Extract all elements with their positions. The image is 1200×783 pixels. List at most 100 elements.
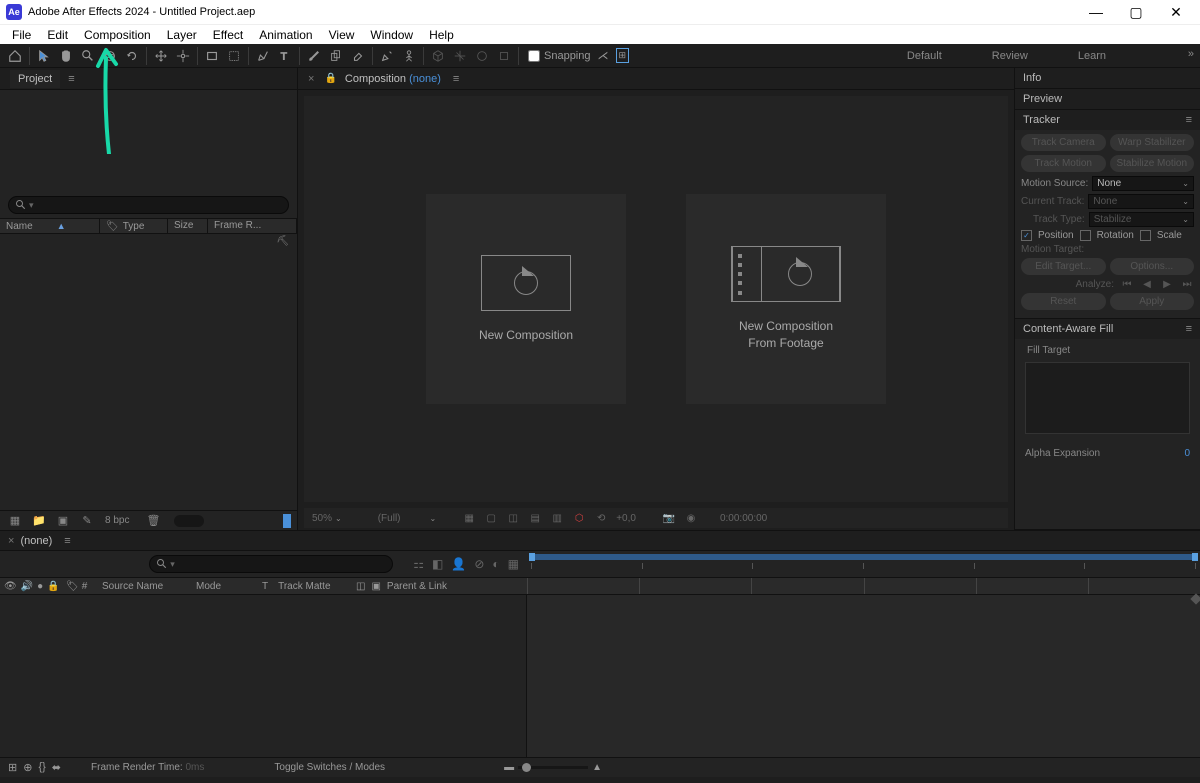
current-track-dropdown[interactable]: None⌄ [1088,194,1194,209]
grid-icon[interactable]: ▤ [528,513,542,524]
reset-button[interactable]: Reset [1021,293,1106,310]
expand-transform-icon[interactable]: ⊞ [8,761,17,774]
region-icon[interactable]: ◫ [506,513,520,524]
project-settings-icon[interactable]: ✎ [78,513,96,529]
sort-icon[interactable]: ▲ [57,221,66,231]
eraser-tool-icon[interactable] [347,46,369,66]
new-comp-icon[interactable]: ▣ [54,513,72,529]
position-checkbox[interactable] [1021,230,1032,241]
show-snapshot-icon[interactable]: ◉ [684,513,698,524]
rotate-tool-icon[interactable] [121,46,143,66]
rectangle-tool-icon[interactable] [201,46,223,66]
workspace-learn[interactable]: Learn [1068,47,1116,65]
trash-icon[interactable]: 🗑 [144,513,162,529]
zoom-dropdown[interactable]: 50%⌄ [312,513,342,524]
menu-view[interactable]: View [321,26,363,44]
stabilize-motion-button[interactable]: Stabilize Motion [1110,155,1195,172]
workspace-review[interactable]: Review [982,47,1038,65]
info-panel-header[interactable]: Info [1015,68,1200,88]
roto-tool-icon[interactable] [376,46,398,66]
timeline-zoom-slider[interactable]: ▬ ▲ [504,762,602,773]
project-panel-menu-icon[interactable]: ≡ [68,73,74,85]
3d-tool-4-icon[interactable] [493,46,515,66]
shy-icon[interactable]: 👤 [451,557,466,571]
warp-stabilizer-button[interactable]: Warp Stabilizer [1110,134,1195,151]
resolution-dropdown[interactable]: (Full)⌄ [378,513,436,524]
bpc-indicator[interactable]: 8 bpc [102,515,132,526]
timeline-tracks-area[interactable] [527,595,1200,757]
timeline-search-input[interactable]: ▾ [149,555,393,573]
menu-file[interactable]: File [4,26,39,44]
snapping-checkbox[interactable] [528,50,540,62]
new-folder-icon[interactable]: 📁 [30,513,48,529]
menu-help[interactable]: Help [421,26,462,44]
motion-source-dropdown[interactable]: None⌄ [1092,176,1194,191]
pan-behind-tool-icon[interactable] [150,46,172,66]
snapping-options-icon[interactable]: ⋌ [598,49,609,62]
col-type[interactable]: Type [123,221,145,232]
tracker-panel-menu-icon[interactable]: ≡ [1186,114,1192,126]
timeline-layers-area[interactable] [0,595,527,757]
lock-col-icon[interactable]: 🔒 [47,581,59,592]
frame-blend-icon[interactable]: ⊘ [474,557,484,571]
comp-tab-label[interactable]: Composition (none) [345,73,441,85]
ellipse-tool-icon[interactable] [223,46,245,66]
reset-exposure-icon[interactable]: ⟲ [594,513,608,524]
tracker-panel-header[interactable]: Tracker ≡ [1015,110,1200,130]
caf-panel-menu-icon[interactable]: ≡ [1186,323,1192,335]
col-size[interactable]: Size [168,219,208,233]
hand-tool-icon[interactable] [55,46,77,66]
project-search-input[interactable]: ▾ [8,196,289,214]
work-area-end-handle[interactable] [1192,553,1198,561]
solo-col-icon[interactable]: ● [37,581,43,592]
track-camera-button[interactable]: Track Camera [1021,134,1106,151]
tag-icon[interactable]: 🏷 [106,221,119,232]
current-time-display[interactable]: 0:00:00:00 [720,513,767,524]
graph-editor-icon[interactable]: ▦ [508,557,519,571]
trkmat-t-col[interactable]: T [262,581,268,592]
menu-animation[interactable]: Animation [251,26,320,44]
home-tool-icon[interactable] [4,46,26,66]
content-aware-fill-header[interactable]: Content-Aware Fill ≡ [1015,319,1200,339]
exposure-value[interactable]: +0,0 [616,513,636,524]
comp-panel-menu-icon[interactable]: ≡ [453,73,459,85]
index-col[interactable]: # [82,581,88,592]
project-tab[interactable]: Project [10,70,60,88]
3d-tool-3-icon[interactable] [471,46,493,66]
track-type-dropdown[interactable]: Stabilize⌄ [1089,212,1194,227]
timeline-panel-menu-icon[interactable]: ≡ [64,535,70,547]
text-tool-icon[interactable]: T [274,46,296,66]
project-content-area[interactable]: ⛏ [0,234,297,510]
comp-lock-icon[interactable]: 🔒 [324,73,336,84]
analyze-forward-icon[interactable]: ▶ [1160,279,1174,290]
menu-window[interactable]: Window [362,26,421,44]
draft-3d-icon[interactable]: ◧ [432,557,443,571]
timeline-tab-label[interactable]: (none) [20,535,52,547]
col-name[interactable]: Name [6,221,33,232]
new-composition-button[interactable]: New Composition [426,194,626,404]
audio-col-icon[interactable]: 🔊 [21,581,33,592]
timeline-tab-close-icon[interactable]: × [8,535,14,547]
channel-icon[interactable]: ⬡ [572,513,586,524]
analyze-backward-icon[interactable]: ◀ [1140,279,1154,290]
toggle-switches-icon[interactable]: ⊕ [23,761,32,774]
mode-col[interactable]: Mode [192,581,258,592]
apply-button[interactable]: Apply [1110,293,1195,310]
menu-layer[interactable]: Layer [159,26,205,44]
video-col-icon[interactable]: 👁 [4,581,17,592]
selection-tool-icon[interactable] [33,46,55,66]
flowchart-icon[interactable]: ⛏ [276,236,289,247]
orbit-tool-icon[interactable] [99,46,121,66]
track-matte-col[interactable]: Track Matte [278,581,330,592]
mask-toggle-icon[interactable]: ▢ [484,513,498,524]
workspace-default[interactable]: Default [897,47,952,65]
3d-tool-1-icon[interactable] [427,46,449,66]
analyze-next-frame-icon[interactable]: ⏭ [1180,279,1194,290]
clone-tool-icon[interactable] [325,46,347,66]
render-icon[interactable]: ⬌ [52,761,61,774]
time-tick-ruler[interactable] [527,578,1200,594]
col-framerate[interactable]: Frame R... [208,219,297,233]
parent-pick-icon[interactable]: ◫ [356,581,365,592]
analyze-prev-frame-icon[interactable]: ⏮ [1120,279,1134,290]
snapping-toggle[interactable]: Snapping ⋌ ⊞ [528,48,629,63]
